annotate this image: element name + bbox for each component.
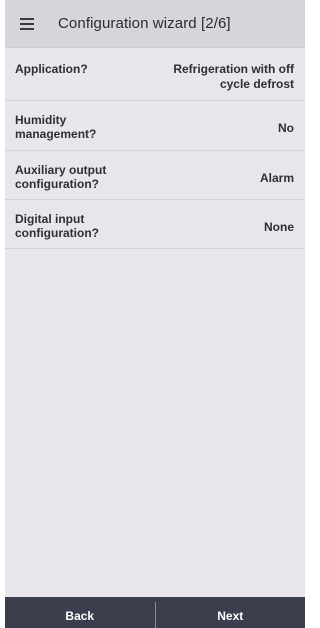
screen: Configuration wizard [2/6] Application? … [5,0,305,628]
setting-value: Alarm [259,171,294,185]
setting-row-auxiliary-output[interactable]: Auxiliary output configuration? Alarm [5,151,305,200]
settings-list: Application? Refrigeration with off cycl… [5,49,305,249]
setting-value: No [278,121,294,135]
back-button[interactable]: Back [5,597,155,628]
setting-label: Digital input configuration? [15,212,99,240]
setting-row-application[interactable]: Application? Refrigeration with off cycl… [5,49,305,101]
next-button[interactable]: Next [156,597,306,628]
setting-label: Application? [15,62,88,76]
hamburger-menu-icon [20,18,34,30]
page-title: Configuration wizard [2/6] [58,15,231,32]
setting-value: None [264,220,294,234]
app-bar: Configuration wizard [2/6] [5,0,305,48]
setting-value: Refrigeration with off cycle defrost [173,62,294,91]
setting-label: Humidity management? [15,113,97,141]
setting-label: Auxiliary output configuration? [15,163,107,191]
menu-button[interactable] [5,0,49,48]
setting-row-digital-input[interactable]: Digital input configuration? None [5,200,305,249]
bottom-navigation-bar: Back Next [5,597,305,628]
setting-row-humidity[interactable]: Humidity management? No [5,101,305,151]
